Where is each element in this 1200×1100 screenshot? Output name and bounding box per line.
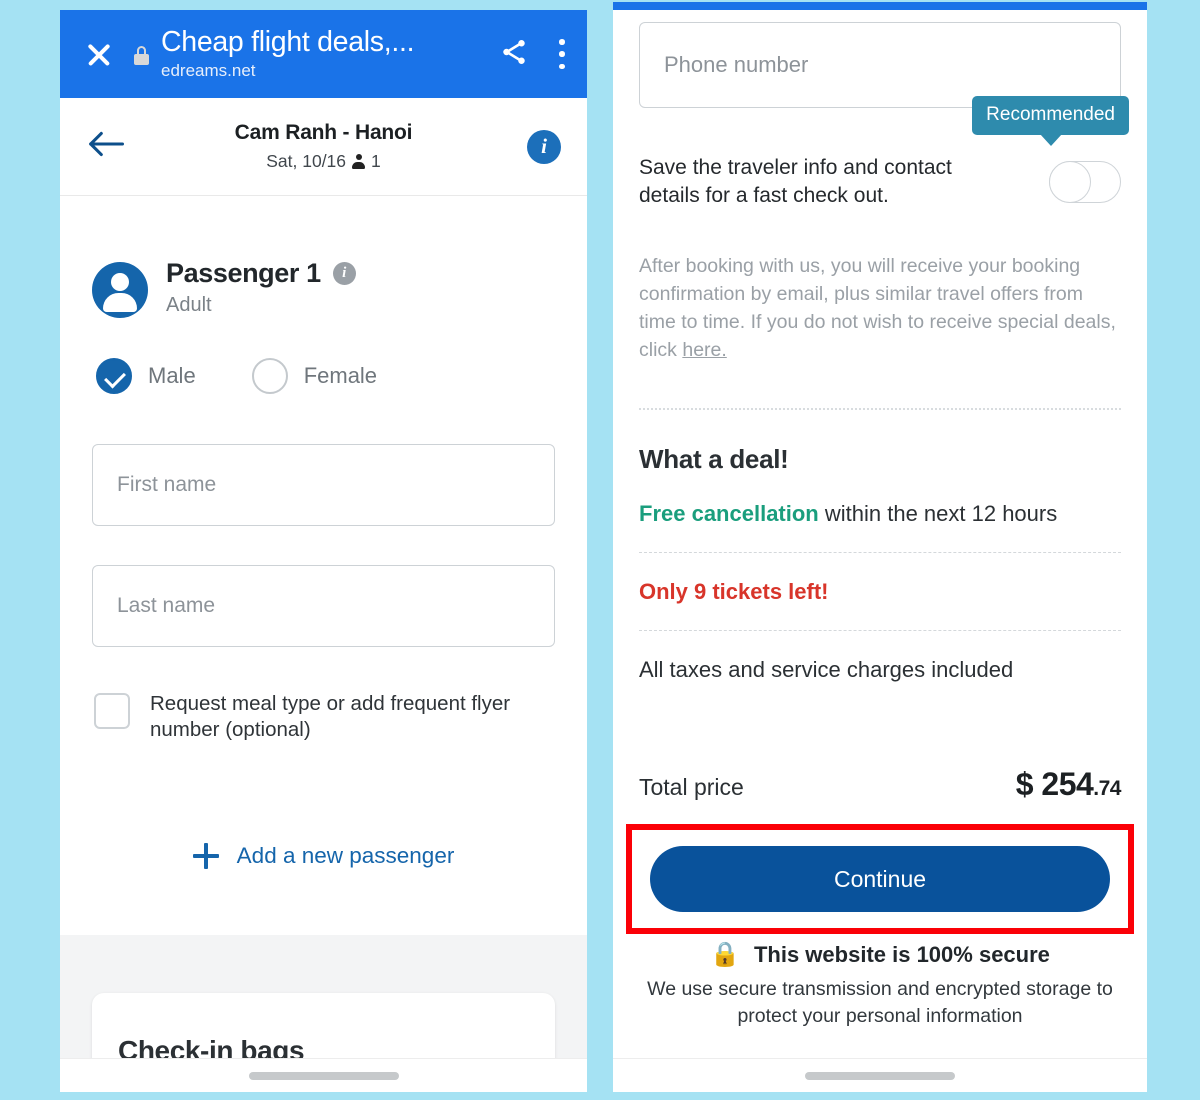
more-vertical-icon[interactable] xyxy=(559,39,565,69)
legal-disclaimer: After booking with us, you will receive … xyxy=(639,253,1121,364)
deal-rest-cancellation: within the next 12 hours xyxy=(818,501,1058,527)
total-price-label: Total price xyxy=(639,774,744,801)
deal-item-tickets-left: Only 9 tickets left! xyxy=(639,553,1121,630)
deal-item-taxes: All taxes and service charges included xyxy=(639,631,1121,708)
passenger-form: Passenger 1 i Adult Male Female First na… xyxy=(60,196,587,1092)
secure-headline: This website is 100% secure xyxy=(753,942,1050,967)
info-icon[interactable]: i xyxy=(527,129,561,164)
gender-male-label: Male xyxy=(148,363,196,388)
deal-rest-taxes: All taxes and service charges included xyxy=(639,657,1014,683)
passenger-identity: Passenger 1 i Adult xyxy=(166,258,356,317)
passenger-name: Passenger 1 xyxy=(166,258,321,288)
meal-option-label: Request meal type or add frequent flyer … xyxy=(150,692,511,742)
page-host: edreams.net xyxy=(161,61,256,81)
lock-emoji-icon: 🔒 xyxy=(710,941,740,968)
continue-button[interactable]: Continue xyxy=(650,846,1110,912)
browser-actions xyxy=(499,37,565,72)
browser-titles: Cheap flight deals,... edreams.net xyxy=(161,28,485,80)
route-title: Cam Ranh - Hanoi xyxy=(234,121,413,144)
person-icon xyxy=(352,153,366,170)
deal-highlight-cancellation: Free cancellation xyxy=(639,501,819,527)
radio-female-icon[interactable] xyxy=(251,358,288,394)
home-indicator-right xyxy=(613,1058,1147,1092)
add-passenger-button[interactable]: Add a new passenger xyxy=(60,843,587,870)
section-divider xyxy=(639,408,1121,411)
total-price-amount: $ 254.74 xyxy=(1015,766,1122,803)
screenshot-stage: Cheap flight deals,... edreams.net Cam R… xyxy=(0,0,1200,1100)
total-currency: $ xyxy=(1015,766,1034,803)
avatar-icon xyxy=(92,262,148,318)
legal-here-link[interactable]: here. xyxy=(682,339,726,361)
route-subtitle: Sat, 10/16 1 xyxy=(60,151,587,172)
checkout-summary: Phone number Save the traveler info and … xyxy=(613,22,1147,803)
home-pill xyxy=(805,1071,955,1080)
meal-option-checkbox[interactable] xyxy=(94,693,130,729)
save-traveler-toggle[interactable] xyxy=(1049,160,1121,203)
passenger-header: Passenger 1 i Adult xyxy=(92,258,555,318)
back-arrow-icon[interactable] xyxy=(86,129,126,164)
meal-option-row[interactable]: Request meal type or add frequent flyer … xyxy=(94,691,555,743)
total-price-row: Total price $ 254.74 xyxy=(639,766,1121,803)
deal-highlight-tickets: Only 9 tickets left! xyxy=(639,579,829,605)
continue-highlight-box: Continue xyxy=(626,824,1134,934)
save-traveler-label: Save the traveler info and contact detai… xyxy=(639,156,952,207)
deal-item-cancellation: Free cancellation within the next 12 hou… xyxy=(639,475,1121,552)
first-name-input[interactable]: First name xyxy=(92,444,555,526)
right-phone-panel: Phone number Save the traveler info and … xyxy=(613,2,1147,1092)
page-title: Cheap flight deals,... xyxy=(161,28,415,59)
secure-subtext: We use secure transmission and encrypted… xyxy=(647,978,1113,1027)
total-cents: .74 xyxy=(1093,777,1121,801)
lock-icon xyxy=(134,45,149,65)
close-icon[interactable] xyxy=(82,37,116,71)
secure-headline-row: 🔒 This website is 100% secure xyxy=(637,942,1123,968)
passenger-info-icon[interactable]: i xyxy=(332,262,356,285)
browser-toolbar: Cheap flight deals,... edreams.net xyxy=(60,10,587,98)
plus-icon xyxy=(192,843,219,870)
toggle-knob xyxy=(1049,160,1091,203)
gender-female-label: Female xyxy=(303,363,378,388)
recommended-badge: Recommended xyxy=(972,96,1129,135)
home-pill xyxy=(248,1071,399,1080)
last-name-input[interactable]: Last name xyxy=(92,565,555,647)
save-traveler-row: Save the traveler info and contact detai… xyxy=(639,96,1129,209)
gender-option-female[interactable]: Female xyxy=(251,358,378,394)
share-icon[interactable] xyxy=(499,37,529,72)
passenger-block: Passenger 1 i Adult Male Female xyxy=(60,196,587,394)
gender-radio-group: Male Female xyxy=(92,358,555,394)
deal-section-title: What a deal! xyxy=(639,444,789,475)
route-date: Sat, 10/16 xyxy=(266,151,347,171)
radio-male-icon[interactable] xyxy=(96,358,132,394)
passenger-type: Adult xyxy=(166,294,212,316)
add-passenger-label: Add a new passenger xyxy=(236,843,455,869)
browser-toolbar-strip xyxy=(613,2,1147,10)
secure-footer: 🔒 This website is 100% secure We use sec… xyxy=(613,942,1147,1061)
route-summary: Cam Ranh - Hanoi Sat, 10/16 1 xyxy=(60,121,587,172)
total-whole: 254 xyxy=(1041,766,1094,803)
passenger-count: 1 xyxy=(371,151,381,171)
home-indicator-left xyxy=(60,1058,587,1092)
gender-option-male[interactable]: Male xyxy=(96,358,196,394)
left-phone-panel: Cheap flight deals,... edreams.net Cam R… xyxy=(60,10,587,1092)
app-subheader: Cam Ranh - Hanoi Sat, 10/16 1 i xyxy=(60,98,587,196)
